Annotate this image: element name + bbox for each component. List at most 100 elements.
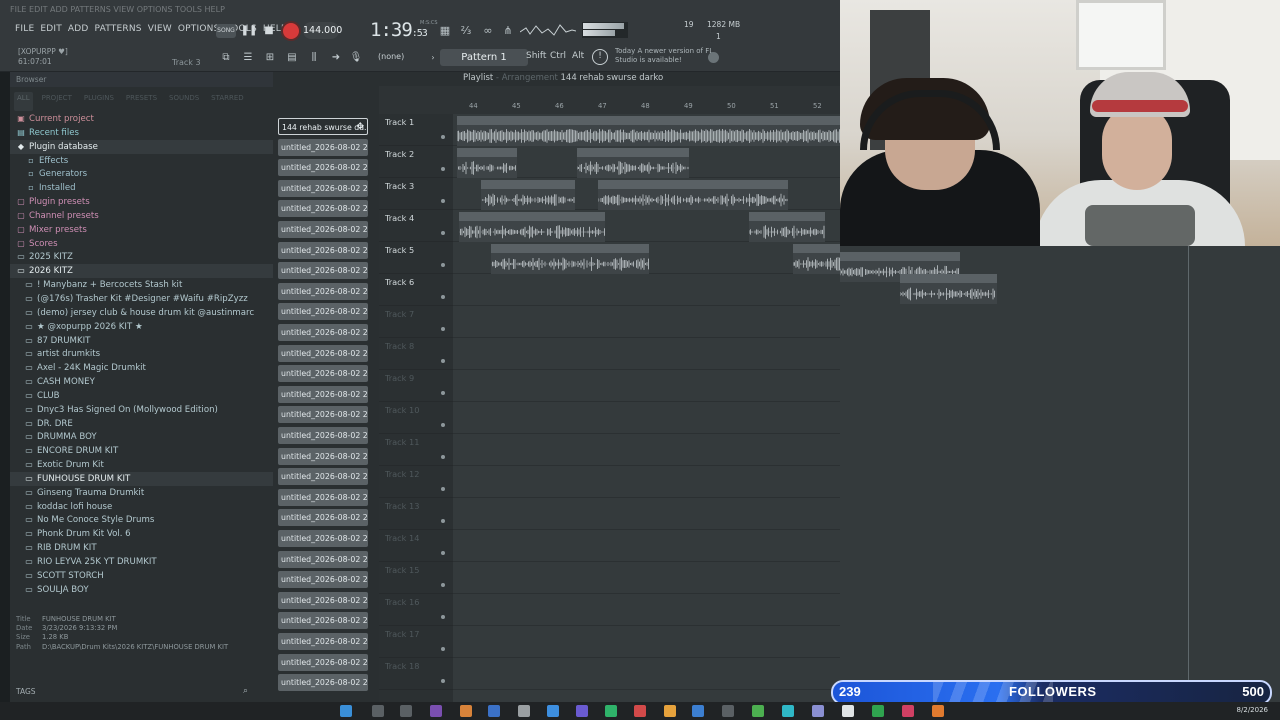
- clip-source-item[interactable]: untitled_2026-08-02 22-...: [278, 633, 368, 650]
- browser-tree-item[interactable]: ◆ Plugin database: [10, 139, 273, 154]
- tempo-display[interactable]: 144.000: [303, 22, 342, 39]
- shift-button[interactable]: Shift: [526, 51, 546, 61]
- clip-source-item[interactable]: untitled_2026-08-02 22-...: [278, 550, 368, 568]
- clip-source-item[interactable]: untitled_2026-08-02 22-...: [278, 509, 368, 527]
- clip-source-item[interactable]: untitled_2026-08-02 22-...: [278, 447, 368, 465]
- track-mute-led[interactable]: [441, 359, 445, 363]
- track-mute-led[interactable]: [441, 231, 445, 235]
- track-lane[interactable]: [453, 658, 840, 690]
- app-icon[interactable]: [692, 705, 704, 717]
- track-header[interactable]: Track 2: [379, 146, 453, 178]
- track-lane[interactable]: [453, 338, 840, 370]
- app-icon[interactable]: [932, 705, 944, 717]
- app-icon[interactable]: [872, 705, 884, 717]
- audio-clip[interactable]: untitled_202_3-01-19_REC: [481, 180, 575, 210]
- arrangement-name[interactable]: 144 rehab swurse darko: [561, 73, 664, 83]
- clip-source-item[interactable]: untitled_2026-08-02 22-...: [278, 221, 368, 238]
- clip-source-item[interactable]: untitled_2026-08-02 22-...: [278, 138, 368, 156]
- app-icon[interactable]: [782, 705, 794, 717]
- app-icon[interactable]: [488, 705, 500, 717]
- track-header[interactable]: Track 15: [379, 562, 453, 594]
- track-lane[interactable]: [453, 306, 840, 338]
- track-mute-led[interactable]: [441, 295, 445, 299]
- clip-source-item[interactable]: untitled_2026-08-02 22-...: [278, 385, 368, 403]
- track-mute-led[interactable]: [441, 647, 445, 651]
- browser-tab-presets[interactable]: PRESETS: [123, 92, 160, 111]
- browser-tree-item[interactable]: ▢ Channel presets: [10, 209, 273, 223]
- playhead-line[interactable]: [1188, 246, 1189, 702]
- browser-tree-item[interactable]: ▣ Current project: [10, 112, 273, 126]
- clip-source-item[interactable]: untitled_2026-08-02 22-...: [278, 612, 368, 630]
- track-header[interactable]: Track 17: [379, 626, 453, 658]
- browser-tree-item[interactable]: ▫ Effects: [10, 154, 273, 168]
- clip-source-item[interactable]: untitled_2026-08-02 22-...: [278, 406, 368, 424]
- browser-tree-item[interactable]: ▭ ★ @xopurpp 2026 KIT ★: [10, 320, 273, 334]
- clip-source-item[interactable]: untitled_2026-08-02 22-...: [278, 674, 368, 692]
- track-header[interactable]: Track 10: [379, 402, 453, 434]
- gear-icon[interactable]: [708, 52, 719, 63]
- app-icon[interactable]: [752, 705, 764, 717]
- browser-tree-item[interactable]: ▭ (@176s) Trasher Kit #Designer #Waifu #R…: [10, 292, 273, 306]
- browser-tree-item[interactable]: ▭ Dnyc3 Has Signed On (Mollywood Edition): [10, 403, 273, 417]
- track-header[interactable]: Track 5: [379, 242, 453, 274]
- audio-clip[interactable]: untitled_2026_23-12-10_REC: [900, 274, 997, 304]
- browser-tree-item[interactable]: ▫ Installed: [10, 181, 273, 195]
- track-lane[interactable]: [453, 434, 840, 466]
- clip-source-item[interactable]: untitled_2026-08-02 22-...: [278, 179, 368, 197]
- track-mute-led[interactable]: [441, 391, 445, 395]
- menu-view[interactable]: VIEW: [145, 22, 175, 36]
- browser-tab-all[interactable]: ALL: [14, 92, 33, 111]
- snap-icon[interactable]: ⧉: [218, 50, 234, 66]
- track-header[interactable]: Track 3: [379, 178, 453, 210]
- app-icon[interactable]: [430, 705, 442, 717]
- track-lane[interactable]: [453, 274, 840, 306]
- app-icon[interactable]: [547, 705, 559, 717]
- app-icon[interactable]: [576, 705, 588, 717]
- browser-tab-starred[interactable]: STARRED: [208, 92, 247, 111]
- browser-tree-item[interactable]: ▭ DR. DRE: [10, 417, 273, 431]
- browser-tree-item[interactable]: ▭ ENCORE DRUM KIT: [10, 444, 273, 458]
- menu-file[interactable]: FILE: [12, 22, 37, 36]
- track-header[interactable]: Track 14: [379, 530, 453, 562]
- clip-source-item[interactable]: untitled_2026-08-02 22-...: [278, 653, 368, 671]
- track-mute-led[interactable]: [441, 487, 445, 491]
- browser-tree-item[interactable]: ▭ koddac lofi house: [10, 500, 273, 514]
- browser-tree-item[interactable]: ▭ ! Manybanz + Bercocets Stash kit: [10, 278, 273, 292]
- audio-clip[interactable]: untitled_2_6-12_REC: [749, 212, 825, 242]
- clip-source-item[interactable]: untitled_2026-08-02 22-...: [278, 282, 368, 300]
- track-mute-led[interactable]: [441, 551, 445, 555]
- song-clock[interactable]: 1:39:53: [370, 19, 428, 41]
- browser-tree-item[interactable]: ▭ SOULJA BOY: [10, 583, 273, 597]
- task-view-icon[interactable]: [400, 705, 412, 717]
- clip-source-item[interactable]: untitled_2026-08-02 22-...: [278, 488, 368, 506]
- menu-add[interactable]: ADD: [65, 22, 92, 36]
- app-icon[interactable]: [634, 705, 646, 717]
- browser-tab-sounds[interactable]: SOUNDS: [166, 92, 202, 111]
- track-lane[interactable]: [453, 626, 840, 658]
- browser-tree-item[interactable]: ▫ Generators: [10, 167, 273, 181]
- track-lane[interactable]: [453, 594, 840, 626]
- clip-source-item[interactable]: untitled_2026-08-02 22-...: [278, 344, 368, 362]
- browser-tree-item[interactable]: ▭ Axel - 24K Magic Drumkit: [10, 361, 273, 375]
- browser-tree-item[interactable]: ▤ Recent files: [10, 126, 273, 140]
- track-mute-led[interactable]: [441, 135, 445, 139]
- clip-source-item[interactable]: untitled_2026-08-02 22-...: [278, 241, 368, 259]
- track-mute-led[interactable]: [441, 615, 445, 619]
- search-icon[interactable]: [372, 705, 384, 717]
- track-header[interactable]: Track 4: [379, 210, 453, 242]
- play-button[interactable]: ❚❚: [240, 24, 258, 38]
- app-icon[interactable]: [902, 705, 914, 717]
- track-lane[interactable]: [453, 498, 840, 530]
- audio-clip[interactable]: untitled_16_REC: [457, 148, 517, 178]
- track-lane[interactable]: [453, 402, 840, 434]
- channel-rack-icon[interactable]: ▤: [284, 50, 300, 66]
- browser-tab-plugins[interactable]: PLUGINS: [81, 92, 117, 111]
- arrow-icon[interactable]: ➜: [328, 50, 344, 66]
- track-mute-led[interactable]: [441, 263, 445, 267]
- clip-source-item[interactable]: untitled_2026-08-02 22-...: [278, 427, 368, 444]
- app-icon[interactable]: [605, 705, 617, 717]
- browser-tree-item[interactable]: ▭ 2025 KITZ: [10, 250, 273, 264]
- track-mute-led[interactable]: [441, 423, 445, 427]
- timeline-ruler[interactable]: 44 45 46 47 48 49 50 51 52: [453, 102, 840, 114]
- record-button[interactable]: [283, 23, 299, 39]
